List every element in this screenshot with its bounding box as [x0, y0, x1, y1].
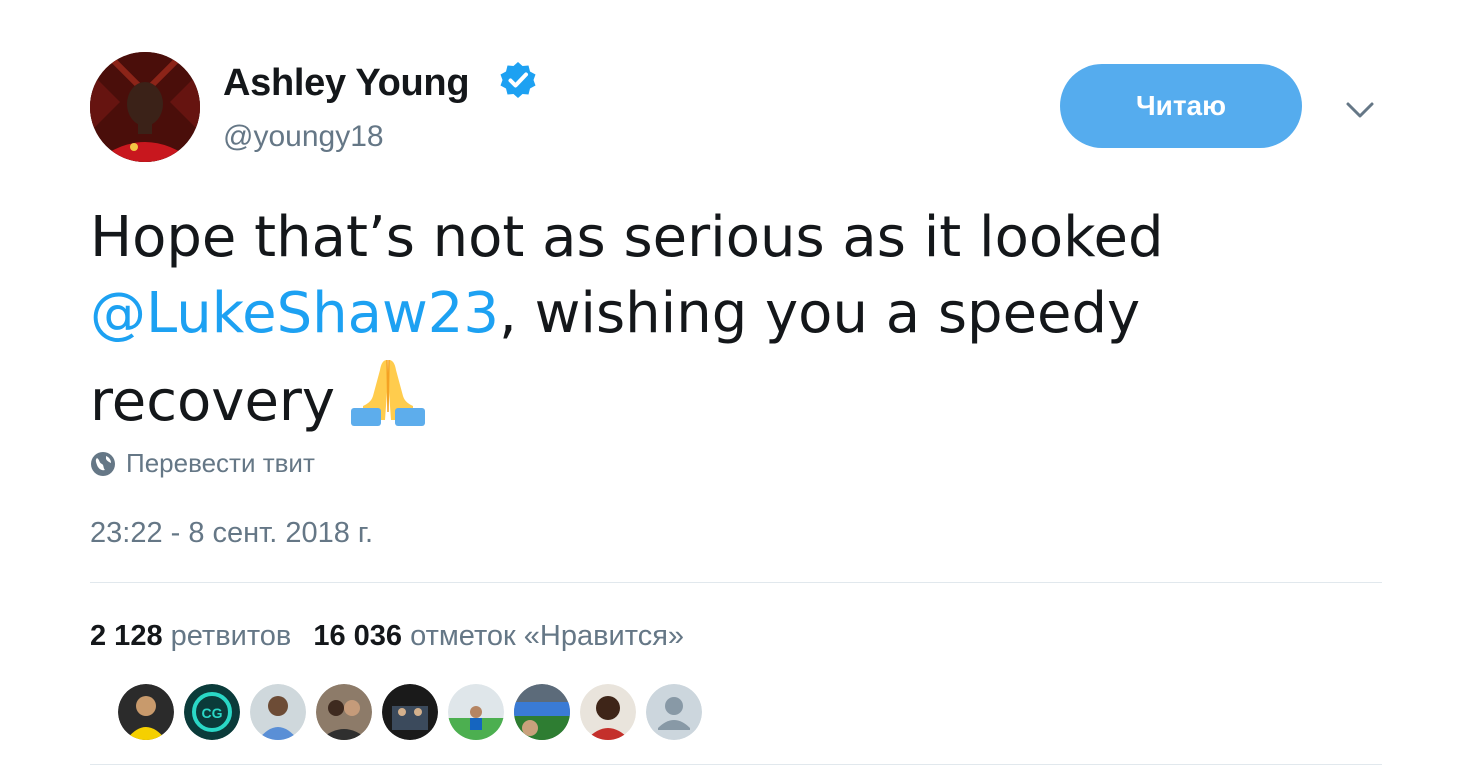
mention-link[interactable]: @LukeShaw23	[90, 281, 499, 346]
verified-badge-icon	[500, 62, 536, 98]
author-handle[interactable]: @youngy18	[223, 120, 384, 154]
likes-count: 16 036	[313, 620, 403, 652]
tweet-timestamp[interactable]: 23:22 - 8 сент. 2018 г.	[90, 517, 373, 550]
tweet-text-line-3: recovery	[90, 352, 1290, 440]
liker-avatar-3[interactable]	[250, 684, 306, 740]
liker-avatar-2[interactable]: CG	[184, 684, 240, 740]
retweets-label: ретвитов	[170, 620, 292, 652]
divider	[90, 764, 1382, 765]
follow-button[interactable]: Читаю	[1060, 64, 1302, 148]
liker-avatar-6[interactable]	[448, 684, 504, 740]
liker-avatar-4[interactable]	[316, 684, 372, 740]
tweet-stats: 2 128 ретвитов 16 036 отметок «Нравится»	[90, 620, 684, 653]
liker-avatar-7[interactable]	[514, 684, 570, 740]
folded-hands-emoji-icon	[351, 359, 426, 426]
avatar-image	[90, 52, 200, 162]
tweet-text: Hope that’s not as serious as it looked …	[90, 200, 1290, 440]
tweet-card: Ashley Young @youngy18 Читаю Hope that’s…	[0, 0, 1460, 783]
tweet-text-line-2: @LukeShaw23, wishing you a speedy	[90, 276, 1290, 352]
translate-tweet-link[interactable]: Перевести твит	[90, 448, 315, 479]
chevron-down-icon[interactable]	[1340, 96, 1380, 126]
tweet-text-line-3-text: recovery	[90, 369, 336, 434]
tweet-text-line-2-rest: , wishing you a speedy	[499, 281, 1141, 346]
translate-tweet-label: Перевести твит	[126, 448, 315, 478]
tweet-text-line-1: Hope that’s not as serious as it looked	[90, 205, 1164, 270]
liker-avatar-5[interactable]	[382, 684, 438, 740]
default-avatar-icon[interactable]	[646, 684, 702, 740]
likes-label: отметок «Нравится»	[410, 620, 685, 652]
likers-avatars: CG	[118, 684, 702, 740]
author-name[interactable]: Ashley Young	[223, 62, 470, 105]
liker-avatar-8[interactable]	[580, 684, 636, 740]
retweets-stat[interactable]: 2 128 ретвитов	[90, 620, 291, 652]
divider	[90, 582, 1382, 583]
likes-stat[interactable]: 16 036 отметок «Нравится»	[313, 620, 684, 652]
globe-icon	[91, 451, 115, 476]
retweets-count: 2 128	[90, 620, 163, 652]
author-avatar[interactable]	[90, 52, 200, 162]
liker-avatar-1[interactable]	[118, 684, 174, 740]
svg-text:CG: CG	[202, 705, 223, 721]
